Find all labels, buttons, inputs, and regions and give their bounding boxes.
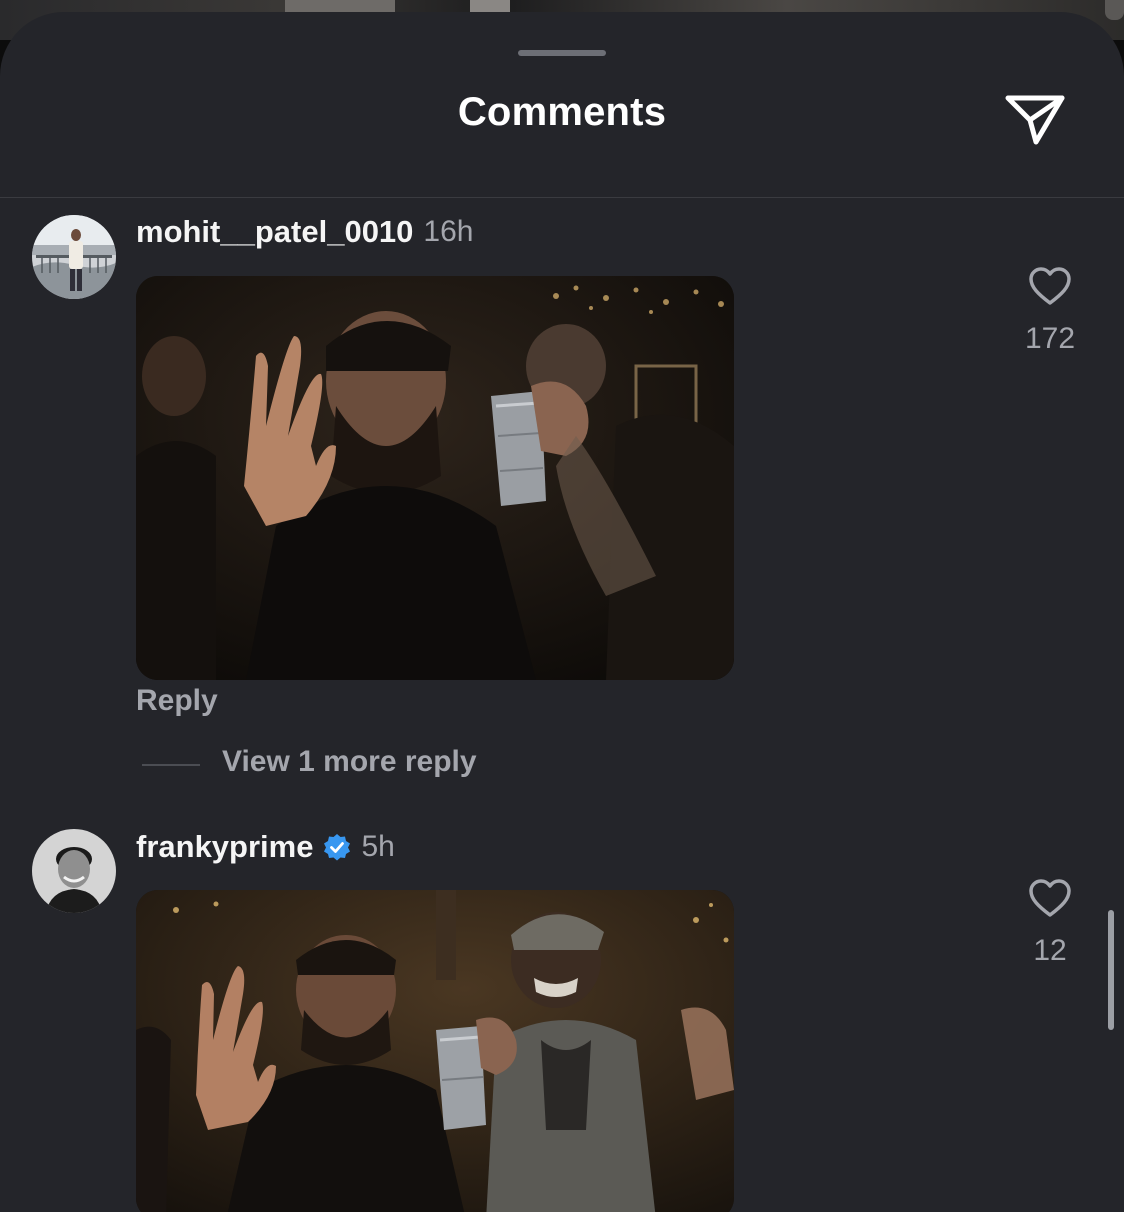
- reply-button[interactable]: Reply: [136, 684, 218, 718]
- comment-username[interactable]: frankyprime: [136, 829, 313, 865]
- heart-icon: [1029, 879, 1071, 917]
- comment-username[interactable]: mohit__patel_0010: [136, 214, 413, 250]
- share-button[interactable]: [1000, 84, 1072, 148]
- drag-handle[interactable]: [518, 50, 606, 56]
- header-divider: [0, 197, 1124, 198]
- verified-badge-icon: [324, 834, 351, 861]
- comment-timestamp: 5h: [361, 830, 395, 863]
- comments-sheet: Comments mohit__patel_0010 16h Reply Vie…: [0, 12, 1124, 1212]
- like-count: 172: [1024, 322, 1076, 355]
- avatar[interactable]: [32, 215, 116, 299]
- sheet-title: Comments: [457, 90, 667, 134]
- view-more-replies-button[interactable]: View 1 more reply: [222, 745, 477, 779]
- like-button[interactable]: 172: [1010, 266, 1090, 356]
- scrollbar[interactable]: [1108, 910, 1114, 1030]
- heart-icon: [1029, 267, 1071, 305]
- like-button[interactable]: 12: [1010, 878, 1090, 968]
- avatar[interactable]: [32, 829, 116, 913]
- like-count: 12: [1033, 934, 1067, 967]
- comment-gif[interactable]: [136, 890, 734, 1212]
- comment-meta: mohit__patel_0010 16h: [136, 210, 473, 254]
- comment-timestamp: 16h: [423, 215, 474, 248]
- send-icon: [1005, 95, 1065, 145]
- replies-connector-line: [142, 764, 200, 766]
- comment-meta: frankyprime 5h: [136, 825, 395, 869]
- comment-gif[interactable]: [136, 276, 734, 680]
